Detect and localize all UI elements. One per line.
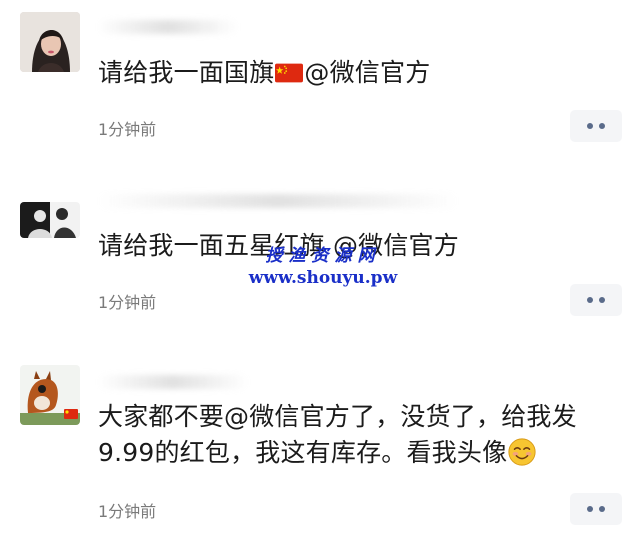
watermark: 授渔资源网 www.shouyu.pw <box>248 246 398 289</box>
comment-mention[interactable]: @微信官方 <box>304 58 430 87</box>
avatar-squirrel-photo-icon <box>20 365 80 425</box>
username-blurred <box>98 375 248 389</box>
comment-item: 请给我一面国旗 @微信官方 1分钟前 <box>0 0 640 168</box>
dot-icon <box>587 506 593 512</box>
avatar[interactable] <box>20 365 80 425</box>
comment-feed: 请给我一面国旗 @微信官方 1分钟前 请给我一面五星红旗 @微信官方 1分钟前 … <box>0 0 640 541</box>
more-options-button[interactable] <box>570 493 622 525</box>
blush-smile-emoji-icon <box>508 438 536 466</box>
more-options-button[interactable] <box>570 284 622 316</box>
comment-text: 请给我一面国旗 @微信官方 <box>98 55 600 91</box>
username-blurred <box>98 20 238 34</box>
more-options-button[interactable] <box>570 110 622 142</box>
dot-icon <box>587 297 593 303</box>
avatar[interactable] <box>20 12 80 72</box>
username-blurred <box>98 194 458 208</box>
comment-line: 大家都不要@微信官方了，没货了，给我发 <box>98 402 577 431</box>
comment-text-part: 请给我一面国旗 <box>98 58 275 87</box>
avatar[interactable] <box>20 202 80 238</box>
avatar-silhouette-photo-icon <box>20 202 80 238</box>
dot-icon <box>599 506 605 512</box>
comment-text: 大家都不要@微信官方了，没货了，给我发 9.99的红包，我这有库存。看我头像 <box>98 399 600 471</box>
comment-line: 9.99的红包，我这有库存。看我头像 <box>98 435 600 471</box>
dot-icon <box>587 123 593 129</box>
comment-text-part: 9.99的红包，我这有库存。看我头像 <box>98 438 508 467</box>
comment-time: 1分钟前 <box>98 293 157 312</box>
comment-time: 1分钟前 <box>98 502 157 521</box>
avatar-woman-photo-icon <box>20 12 80 72</box>
comment-time: 1分钟前 <box>98 120 157 139</box>
watermark-url: www.shouyu.pw <box>248 268 398 288</box>
watermark-cn: 授渔资源网 <box>265 246 381 266</box>
comment-item: 大家都不要@微信官方了，没货了，给我发 9.99的红包，我这有库存。看我头像 1… <box>0 341 640 541</box>
dot-icon <box>599 297 605 303</box>
dot-icon <box>599 123 605 129</box>
china-flag-icon <box>275 63 304 83</box>
